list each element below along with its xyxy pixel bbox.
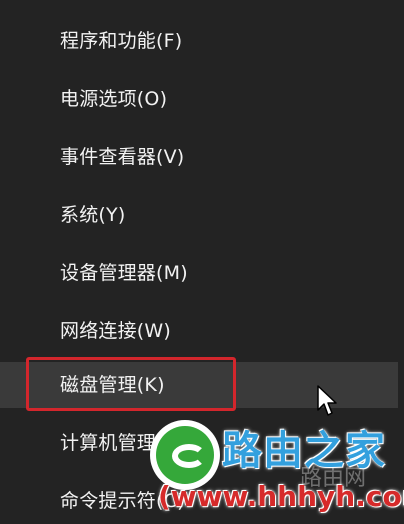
mouse-pointer-icon — [317, 385, 337, 416]
menu-item-event-viewer[interactable]: 事件查看器(V) — [0, 134, 398, 180]
menu-item-system[interactable]: 系统(Y) — [0, 192, 398, 238]
menu-item-label: 程序和功能(F) — [60, 30, 183, 52]
menu-item-label: 系统(Y) — [60, 204, 126, 226]
menu-item-label: 事件查看器(V) — [60, 146, 185, 168]
menu-item-power-options[interactable]: 电源选项(O) — [0, 76, 398, 122]
highlight-annotation-box — [26, 357, 236, 411]
menu-item-label: 网络连接(W) — [60, 320, 172, 342]
menu-item-programs-and-features[interactable]: 程序和功能(F) — [0, 18, 398, 64]
menu-item-device-manager[interactable]: 设备管理器(M) — [0, 250, 398, 296]
watermark-url: (www.hhhyh.com) — [158, 480, 404, 513]
menu-item-label: 设备管理器(M) — [60, 262, 188, 284]
watermark-title: 路由之家 — [222, 428, 386, 474]
menu-item-label: 电源选项(O) — [60, 88, 168, 110]
watermark-logo-mark — [172, 444, 206, 468]
context-menu-screen: 程序和功能(F) 电源选项(O) 事件查看器(V) 系统(Y) 设备管理器(M)… — [0, 0, 404, 524]
menu-item-network-connections[interactable]: 网络连接(W) — [0, 308, 398, 354]
watermark-logo-inner — [156, 426, 214, 484]
